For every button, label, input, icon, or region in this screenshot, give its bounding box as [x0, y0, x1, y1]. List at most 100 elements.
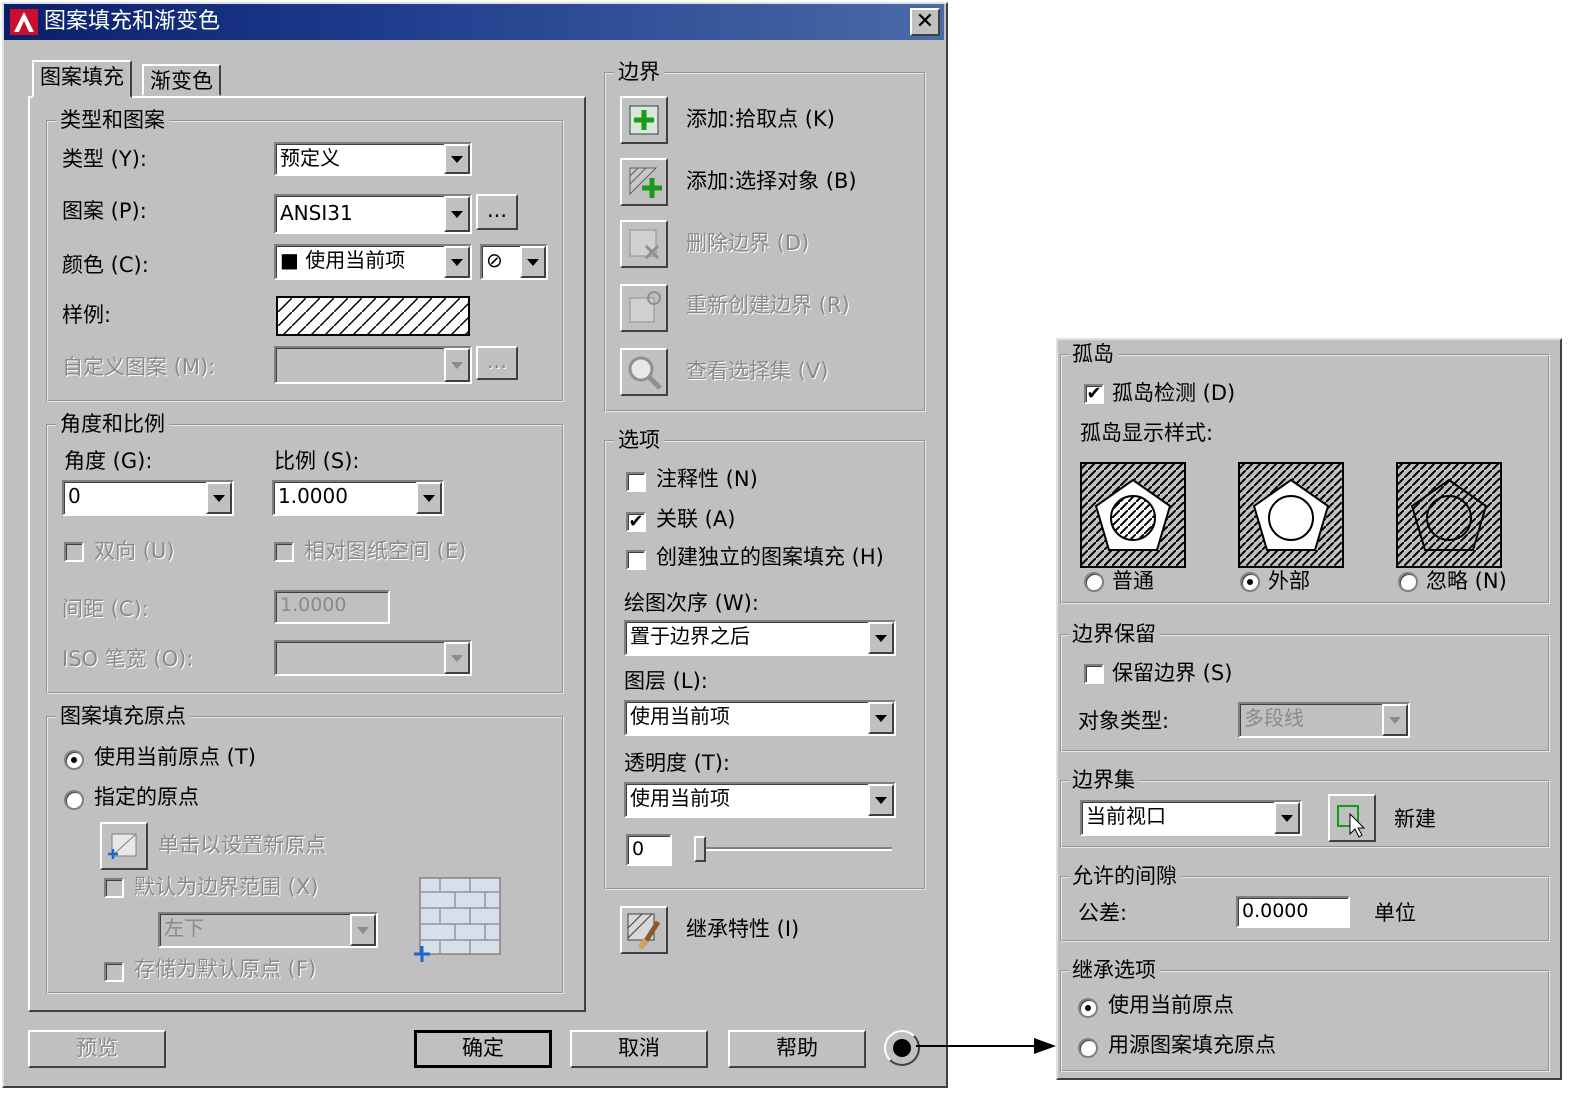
extent-position-select[interactable]: 左下: [158, 912, 378, 948]
preview-button[interactable]: 预览: [28, 1030, 166, 1068]
island-outer-icon[interactable]: [1238, 462, 1344, 568]
iso-pen-select[interactable]: [274, 640, 472, 676]
help-button[interactable]: 帮助: [728, 1030, 866, 1068]
island-normal-radio[interactable]: [1084, 572, 1104, 592]
add-select-button[interactable]: [620, 158, 668, 206]
type-value: 预定义: [280, 146, 340, 170]
inherit-brush-icon: [627, 913, 661, 950]
transparency-select[interactable]: 使用当前项: [624, 782, 896, 818]
island-detection-checkbox[interactable]: ✔: [1084, 384, 1104, 404]
angle-select[interactable]: 0: [62, 480, 234, 516]
recreate-boundary-label[interactable]: 重新创建边界 (R): [686, 292, 850, 318]
default-extent-checkbox[interactable]: [104, 878, 124, 898]
layer-select[interactable]: 使用当前项: [624, 700, 896, 736]
use-current-origin-radio[interactable]: [64, 750, 84, 770]
chevron-down-icon[interactable]: [868, 784, 894, 816]
recreate-boundary-button[interactable]: [620, 284, 668, 332]
origin-preview-icon: [414, 877, 501, 962]
title-bar[interactable]: 图案填充和渐变色: [4, 4, 944, 40]
add-pick-button[interactable]: [620, 96, 668, 144]
chevron-down-icon[interactable]: [444, 246, 470, 278]
add-select-label[interactable]: 添加:选择对象 (B): [686, 168, 857, 194]
color-select[interactable]: ■ 使用当前项: [274, 244, 472, 280]
remove-boundary-label[interactable]: 删除边界 (D): [686, 230, 809, 256]
island-normal-icon[interactable]: [1080, 462, 1186, 568]
double-checkbox[interactable]: [64, 542, 84, 562]
ok-button[interactable]: 确定: [414, 1030, 552, 1068]
tab-gradient[interactable]: 渐变色: [142, 64, 221, 96]
annotative-checkbox[interactable]: [626, 472, 646, 492]
separate-hatches-checkbox[interactable]: [626, 550, 646, 570]
inherit-use-source-radio[interactable]: [1078, 1038, 1098, 1058]
object-type-select[interactable]: 多段线: [1238, 702, 1410, 738]
view-selection-label[interactable]: 查看选择集 (V): [686, 358, 828, 384]
inherit-properties-button[interactable]: [620, 906, 668, 954]
custom-pattern-select[interactable]: [274, 346, 472, 384]
tolerance-input[interactable]: 0.0000: [1236, 896, 1350, 928]
chevron-down-icon[interactable]: [350, 914, 376, 946]
view-selection-button[interactable]: [620, 348, 668, 396]
chevron-down-icon[interactable]: [1274, 802, 1300, 834]
remove-boundary-button[interactable]: [620, 220, 668, 268]
store-default-checkbox[interactable]: [104, 962, 124, 982]
remove-boundary-icon: [629, 229, 660, 260]
chevron-down-icon[interactable]: [416, 482, 442, 514]
expand-pointer-arrow: [916, 1038, 1056, 1054]
hatch-sample-icon: [278, 298, 468, 334]
island-normal-label: 普通: [1112, 569, 1154, 593]
close-button[interactable]: ✕: [910, 8, 940, 36]
select-cursor-icon: [1337, 805, 1366, 838]
retain-boundary-label: 保留边界 (S): [1112, 661, 1233, 685]
chevron-down-icon[interactable]: [444, 348, 470, 382]
store-default-label: 存储为默认原点 (F): [134, 957, 317, 981]
new-boundary-set-button[interactable]: [1328, 794, 1376, 842]
pattern-sample[interactable]: [276, 296, 470, 336]
spacing-input[interactable]: 1.0000: [274, 590, 390, 624]
transparency-slider-track[interactable]: [700, 847, 892, 851]
chevron-down-icon[interactable]: [206, 482, 232, 514]
background-color-select[interactable]: ⊘: [480, 244, 548, 280]
cancel-button[interactable]: 取消: [570, 1030, 708, 1068]
pattern-select[interactable]: ANSI31: [274, 194, 472, 234]
chevron-down-icon[interactable]: [444, 144, 470, 174]
pick-point-icon: [629, 105, 659, 135]
boundary-set-select[interactable]: 当前视口: [1080, 800, 1302, 836]
more-options-button[interactable]: [884, 1030, 920, 1066]
associative-checkbox[interactable]: ✔: [626, 512, 646, 532]
chevron-down-icon[interactable]: [520, 246, 546, 278]
type-select[interactable]: 预定义: [274, 142, 472, 176]
set-origin-button[interactable]: [100, 822, 148, 870]
chevron-down-icon[interactable]: [868, 622, 894, 654]
scale-label: 比例 (S):: [274, 449, 360, 473]
transparency-slider-thumb[interactable]: [694, 836, 706, 862]
chevron-down-icon[interactable]: [868, 702, 894, 734]
chevron-down-icon[interactable]: [444, 196, 470, 232]
island-ignore-icon[interactable]: [1396, 462, 1502, 568]
custom-browse-button[interactable]: ...: [476, 346, 518, 380]
retain-boundary-checkbox[interactable]: [1084, 664, 1104, 684]
island-detection-label: 孤岛检测 (D): [1112, 381, 1236, 405]
transparency-number-input[interactable]: 0: [626, 834, 672, 866]
inherit-use-current-radio[interactable]: [1078, 998, 1098, 1018]
specified-origin-radio[interactable]: [64, 790, 84, 810]
group-title: 允许的间隙: [1068, 864, 1181, 888]
pattern-browse-button[interactable]: ...: [476, 194, 518, 230]
draw-order-label: 绘图次序 (W):: [624, 591, 759, 615]
group-title: 边界保留: [1068, 622, 1160, 646]
pattern-label: 图案 (P):: [62, 199, 147, 223]
relative-paper-checkbox[interactable]: [274, 542, 294, 562]
group-title: 边界集: [1068, 768, 1139, 792]
dialog-title: 图案填充和渐变色: [44, 9, 221, 34]
island-ignore-radio[interactable]: [1398, 572, 1418, 592]
close-icon: ✕: [915, 9, 935, 34]
add-pick-label[interactable]: 添加:拾取点 (K): [686, 106, 835, 132]
tab-hatch[interactable]: 图案填充: [32, 60, 132, 98]
group-title: 类型和图案: [56, 108, 169, 132]
inherit-properties-label[interactable]: 继承特性 (I): [686, 916, 799, 942]
scale-select[interactable]: 1.0000: [272, 480, 444, 516]
island-outer-radio[interactable]: [1240, 572, 1260, 592]
chevron-down-icon[interactable]: [1382, 704, 1408, 736]
draw-order-select[interactable]: 置于边界之后: [624, 620, 896, 656]
boundary-set-value: 当前视口: [1086, 804, 1166, 828]
chevron-down-icon[interactable]: [444, 642, 470, 674]
